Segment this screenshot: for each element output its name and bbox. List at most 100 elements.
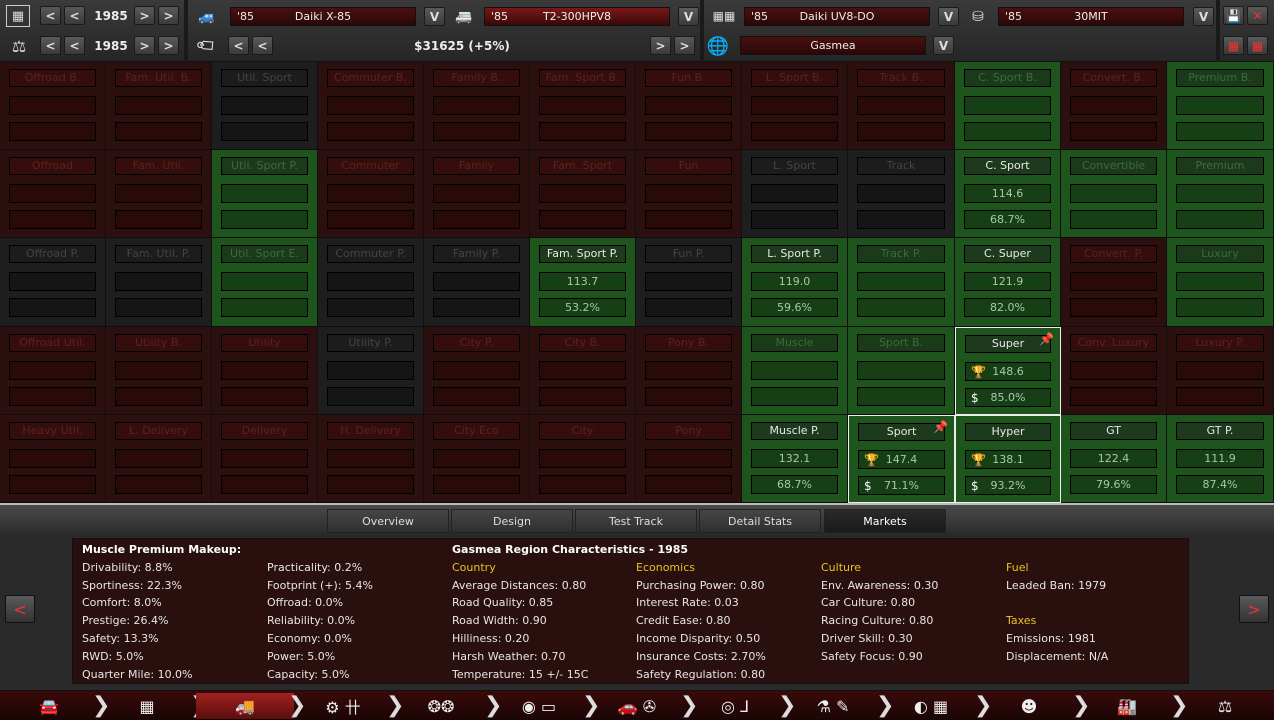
market-cell[interactable]: Muscle: [742, 327, 848, 415]
trim-icon[interactable]: 🚚: [196, 693, 294, 719]
market-cell[interactable]: Fun: [636, 150, 742, 238]
market-cell[interactable]: Commuter: [318, 150, 424, 238]
trim-select[interactable]: '85 T2-300HPV8: [484, 7, 670, 26]
balance-icon[interactable]: ⚖: [1176, 693, 1274, 719]
compare-year-prev-fast-button[interactable]: <: [40, 36, 61, 55]
market-cell[interactable]: Family P.: [424, 238, 530, 327]
compare-year-next-fast-button[interactable]: >: [158, 36, 179, 55]
market-cell[interactable]: Fam. Util. P.: [106, 238, 212, 327]
market-cell[interactable]: Luxury P.: [1167, 327, 1274, 415]
market-cell[interactable]: Sport B.: [848, 327, 955, 415]
calendar-icon[interactable]: ▦: [6, 5, 30, 27]
market-cell[interactable]: Utility P.: [318, 327, 424, 415]
market-cell[interactable]: Fam. Sport B.: [530, 62, 636, 150]
engine-select[interactable]: '85 Daiki UV8-DO: [744, 7, 930, 26]
market-cell[interactable]: Fun B.: [636, 62, 742, 150]
factory-icon[interactable]: 🏭: [1078, 693, 1176, 719]
aero-icon[interactable]: 🚗 ✇: [588, 693, 686, 719]
market-cell[interactable]: Track P.: [848, 238, 955, 327]
market-cell[interactable]: Offroad B.: [0, 62, 106, 150]
market-cell[interactable]: Convert. P.: [1061, 238, 1167, 327]
market-cell[interactable]: Delivery: [212, 415, 318, 503]
price-prev-fast-button[interactable]: <: [228, 36, 249, 55]
market-cell[interactable]: Util. Sport E.: [212, 238, 318, 327]
market-cell[interactable]: Fam. Sport: [530, 150, 636, 238]
market-cell[interactable]: Conv. Luxury: [1061, 327, 1167, 415]
market-cell[interactable]: Pony B.: [636, 327, 742, 415]
market-cell[interactable]: Fam. Sport P. 113.7 53.2%: [530, 238, 636, 327]
engine-block-icon[interactable]: ▦: [98, 693, 196, 719]
chassis-icon[interactable]: ◉ ▭: [490, 693, 588, 719]
trim-dropdown-button[interactable]: V: [678, 7, 699, 26]
gearbox-icon[interactable]: ⚙ 卄: [294, 693, 392, 719]
market-cell[interactable]: Offroad Util.: [0, 327, 106, 415]
market-cell[interactable]: Utility B.: [106, 327, 212, 415]
car-model-select[interactable]: '85 Daiki X-85: [230, 7, 416, 26]
market-cell[interactable]: Hyper 🏆 138.1 $93.2%: [955, 415, 1061, 503]
info-next-button[interactable]: >: [1239, 595, 1269, 623]
market-cell[interactable]: Util. Sport: [212, 62, 318, 150]
market-cell[interactable]: City: [530, 415, 636, 503]
testing-icon[interactable]: ⚗ ✎: [784, 693, 882, 719]
tab-test-track[interactable]: Test Track: [575, 509, 697, 533]
market-cell[interactable]: Convert. B.: [1061, 62, 1167, 150]
price-next-button[interactable]: >: [650, 36, 671, 55]
grid-view-icon[interactable]: ▦: [1223, 36, 1244, 55]
market-cell[interactable]: Luxury: [1167, 238, 1274, 327]
market-cell[interactable]: Pony: [636, 415, 742, 503]
market-cell[interactable]: Fun P.: [636, 238, 742, 327]
year-prev-fast-button[interactable]: <: [40, 6, 61, 25]
market-cell[interactable]: City Eco: [424, 415, 530, 503]
market-cell[interactable]: Track: [848, 150, 955, 238]
pin-icon[interactable]: 📌: [1039, 332, 1054, 346]
engineer-icon[interactable]: ☻: [980, 693, 1078, 719]
market-cell[interactable]: Offroad: [0, 150, 106, 238]
tab-overview[interactable]: Overview: [327, 509, 449, 533]
tab-detail-stats[interactable]: Detail Stats: [699, 509, 821, 533]
market-cell[interactable]: L. Sport: [742, 150, 848, 238]
market-cell[interactable]: Family B.: [424, 62, 530, 150]
car-model-icon[interactable]: 🚘: [0, 693, 98, 719]
market-cell[interactable]: Utility: [212, 327, 318, 415]
market-cell[interactable]: Fam. Util.: [106, 150, 212, 238]
price-next-fast-button[interactable]: >: [674, 36, 695, 55]
grid-view-alt-icon[interactable]: ▦: [1247, 36, 1268, 55]
year-next-button[interactable]: >: [134, 6, 155, 25]
tab-design[interactable]: Design: [451, 509, 573, 533]
variant-dropdown-button[interactable]: V: [1193, 7, 1214, 26]
market-cell[interactable]: Commuter P.: [318, 238, 424, 327]
variant-select[interactable]: '85 30MIT: [998, 7, 1184, 26]
market-cell[interactable]: Util. Sport P.: [212, 150, 318, 238]
price-prev-button[interactable]: <: [252, 36, 273, 55]
market-cell[interactable]: H. Delivery: [318, 415, 424, 503]
market-cell[interactable]: Sport 📌 🏆 147.4 $71.1%: [848, 415, 955, 503]
market-cell[interactable]: Heavy Util.: [0, 415, 106, 503]
track-icon[interactable]: ◐ ▦: [882, 693, 980, 719]
market-cell[interactable]: Family: [424, 150, 530, 238]
region-select[interactable]: Gasmea: [740, 36, 926, 55]
market-cell[interactable]: Premium: [1167, 150, 1274, 238]
pin-icon[interactable]: 📌: [933, 420, 948, 434]
market-cell[interactable]: Fam. Util. B.: [106, 62, 212, 150]
save-icon[interactable]: 💾: [1223, 6, 1244, 25]
market-cell[interactable]: City P.: [424, 327, 530, 415]
interior-icon[interactable]: ◎ ⅃: [686, 693, 784, 719]
market-cell[interactable]: City B.: [530, 327, 636, 415]
market-cell[interactable]: C. Sport B.: [955, 62, 1061, 150]
compare-year-next-button[interactable]: >: [134, 36, 155, 55]
market-cell[interactable]: C. Sport 114.6 68.7%: [955, 150, 1061, 238]
market-cell[interactable]: Muscle P. 132.1 68.7%: [742, 415, 848, 503]
close-icon[interactable]: ✕: [1247, 6, 1268, 25]
info-prev-button[interactable]: <: [5, 595, 35, 623]
year-prev-button[interactable]: <: [64, 6, 85, 25]
tab-markets[interactable]: Markets: [824, 509, 946, 533]
market-cell[interactable]: Premium B.: [1167, 62, 1274, 150]
market-cell[interactable]: L. Sport B.: [742, 62, 848, 150]
market-cell[interactable]: Convertible: [1061, 150, 1167, 238]
market-cell[interactable]: Commuter B.: [318, 62, 424, 150]
suspension-icon[interactable]: ❂❂: [392, 693, 490, 719]
region-dropdown-button[interactable]: V: [933, 36, 954, 55]
market-cell[interactable]: Track B.: [848, 62, 955, 150]
market-cell[interactable]: C. Super 121.9 82.0%: [955, 238, 1061, 327]
year-next-fast-button[interactable]: >: [158, 6, 179, 25]
